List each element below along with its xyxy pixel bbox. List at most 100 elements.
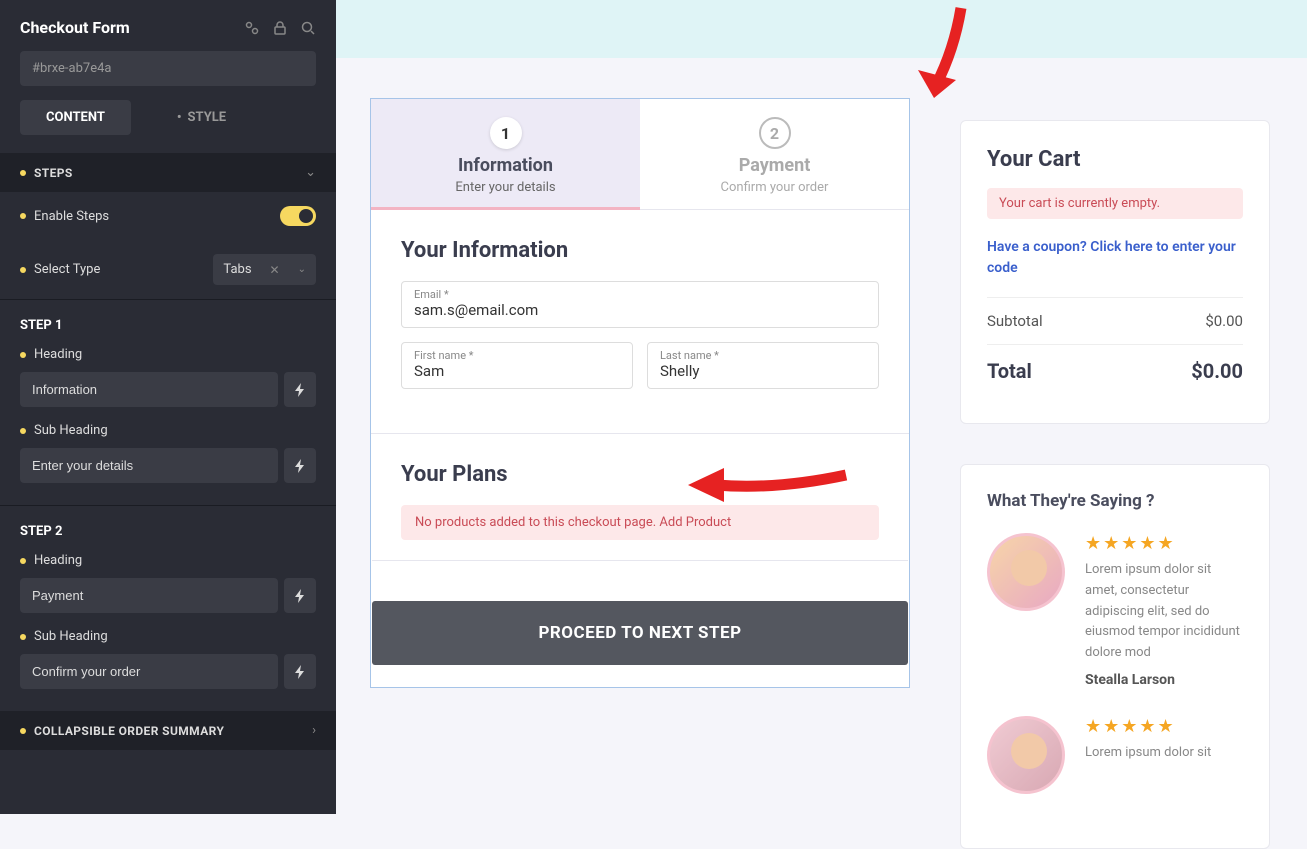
step-tab-information[interactable]: 1 Information Enter your details xyxy=(371,99,640,209)
information-section: Your Information Email * sam.s@email.com… xyxy=(371,210,909,413)
cart-empty-alert: Your cart is currently empty. xyxy=(987,188,1243,219)
chevron-down-icon: ⌄ xyxy=(305,165,316,180)
step-number: 1 xyxy=(490,117,522,149)
total-row: Total $0.00 xyxy=(987,344,1243,397)
testimonials-title: What They're Saying ? xyxy=(987,491,1243,511)
proceed-button[interactable]: PROCEED TO NEXT STEP xyxy=(372,601,908,665)
dot-icon xyxy=(20,352,26,358)
enable-steps-toggle[interactable] xyxy=(280,206,316,226)
field-label: Email * xyxy=(414,288,866,301)
step-title: Information xyxy=(381,155,630,176)
cart-card: Your Cart Your cart is currently empty. … xyxy=(960,120,1270,424)
subtotal-row: Subtotal $0.00 xyxy=(987,297,1243,344)
testimonial-text: Lorem ipsum dolor sit xyxy=(1085,743,1211,764)
step-tab-payment[interactable]: 2 Payment Confirm your order xyxy=(640,99,909,209)
select-type-dropdown[interactable]: Tabs ✕ ⌄ xyxy=(213,254,316,285)
testimonial-text: Lorem ipsum dolor sit amet, consectetur … xyxy=(1085,560,1243,664)
no-products-alert: No products added to this checkout page.… xyxy=(401,505,879,540)
testimonial-item: ★★★★★ Lorem ipsum dolor sit amet, consec… xyxy=(987,533,1243,688)
step1-heading-label: Heading xyxy=(34,347,82,362)
step1-subheading-label: Sub Heading xyxy=(34,423,108,438)
testimonial-item: ★★★★★ Lorem ipsum dolor sit xyxy=(987,716,1243,794)
first-name-field[interactable]: First name * Sam xyxy=(401,342,633,389)
add-product-link[interactable]: Add Product xyxy=(659,515,731,530)
canvas-area: 1 Information Enter your details 2 Payme… xyxy=(336,0,1307,814)
clear-icon[interactable]: ✕ xyxy=(270,263,280,277)
checkout-footer: PROCEED TO NEXT STEP xyxy=(372,560,908,687)
section-heading: Your Plans xyxy=(401,462,879,487)
step2-title: STEP 2 xyxy=(20,524,316,539)
dot-icon xyxy=(20,634,26,640)
step1-subheading-input[interactable] xyxy=(20,448,278,483)
email-field[interactable]: Email * sam.s@email.com xyxy=(401,281,879,328)
section-label: STEPS xyxy=(34,166,73,180)
section-steps-header[interactable]: STEPS ⌄ xyxy=(0,153,336,192)
chevron-right-icon: › xyxy=(312,723,316,738)
dot-icon xyxy=(20,428,26,434)
step1-heading-input[interactable] xyxy=(20,372,278,407)
field-label: Last name * xyxy=(660,349,866,362)
dot-icon xyxy=(20,267,26,273)
field-label: First name * xyxy=(414,349,620,362)
step-subtitle: Confirm your order xyxy=(650,180,899,195)
chevron-down-icon: ⌄ xyxy=(298,264,306,275)
field-value: Sam xyxy=(414,362,620,380)
canvas: 1 Information Enter your details 2 Payme… xyxy=(336,58,1307,849)
avatar xyxy=(987,716,1065,794)
dot-icon xyxy=(20,558,26,564)
header-icons xyxy=(244,20,316,36)
top-bar xyxy=(336,0,1307,58)
checkout-step-tabs: 1 Information Enter your details 2 Payme… xyxy=(371,99,909,210)
sidebar-header: Checkout Form xyxy=(0,0,336,51)
dot-icon xyxy=(20,728,26,734)
star-rating: ★★★★★ xyxy=(1085,533,1243,554)
coupon-link[interactable]: Have a coupon? Click here to enter your … xyxy=(987,237,1243,279)
checkout-card[interactable]: 1 Information Enter your details 2 Payme… xyxy=(370,98,910,688)
select-type-row: Select Type Tabs ✕ ⌄ xyxy=(0,240,336,299)
total-label: Total xyxy=(987,359,1032,383)
testimonial-name: Stealla Larson xyxy=(1085,672,1243,688)
dynamic-data-button[interactable] xyxy=(284,448,316,483)
element-id-input[interactable]: #brxe-ab7e4a xyxy=(20,51,316,86)
star-rating: ★★★★★ xyxy=(1085,716,1211,737)
plans-section: Your Plans No products added to this che… xyxy=(371,433,909,560)
checkout-form: 1 Information Enter your details 2 Payme… xyxy=(370,98,910,849)
search-icon[interactable] xyxy=(300,20,316,36)
dot-icon xyxy=(20,213,26,219)
right-column: Your Cart Your cart is currently empty. … xyxy=(960,120,1270,849)
tab-content[interactable]: CONTENT xyxy=(20,100,131,135)
section-collapsible-header[interactable]: COLLAPSIBLE ORDER SUMMARY › xyxy=(0,711,336,750)
select-type-label: Select Type xyxy=(34,262,100,277)
subtotal-value: $0.00 xyxy=(1205,312,1243,330)
step1-block: STEP 1 Heading Sub Heading xyxy=(0,300,336,505)
dynamic-data-button[interactable] xyxy=(284,654,316,689)
dot-icon xyxy=(20,170,26,176)
field-value: Shelly xyxy=(660,362,866,380)
testimonials-card: What They're Saying ? ★★★★★ Lorem ipsum … xyxy=(960,464,1270,849)
step2-block: STEP 2 Heading Sub Heading xyxy=(0,506,336,711)
avatar xyxy=(987,533,1065,611)
layout-icon[interactable] xyxy=(244,20,260,36)
step1-title: STEP 1 xyxy=(20,318,316,333)
step2-subheading-input[interactable] xyxy=(20,654,278,689)
enable-steps-label: Enable Steps xyxy=(34,209,109,224)
section-heading: Your Information xyxy=(401,238,879,263)
field-value: sam.s@email.com xyxy=(414,301,866,319)
lock-icon[interactable] xyxy=(272,20,288,36)
panel-title: Checkout Form xyxy=(20,18,130,37)
step-subtitle: Enter your details xyxy=(381,180,630,195)
dynamic-data-button[interactable] xyxy=(284,372,316,407)
dynamic-data-button[interactable] xyxy=(284,578,316,613)
step2-heading-input[interactable] xyxy=(20,578,278,613)
step2-subheading-label: Sub Heading xyxy=(34,629,108,644)
last-name-field[interactable]: Last name * Shelly xyxy=(647,342,879,389)
subtotal-label: Subtotal xyxy=(987,312,1043,330)
enable-steps-row: Enable Steps xyxy=(0,192,336,240)
step2-heading-label: Heading xyxy=(34,553,82,568)
step-number: 2 xyxy=(759,117,791,149)
panel-tabs: CONTENT STYLE xyxy=(0,100,336,153)
section-label: COLLAPSIBLE ORDER SUMMARY xyxy=(34,724,224,738)
cart-title: Your Cart xyxy=(987,147,1243,172)
step-title: Payment xyxy=(650,155,899,176)
tab-style[interactable]: STYLE xyxy=(151,100,252,135)
